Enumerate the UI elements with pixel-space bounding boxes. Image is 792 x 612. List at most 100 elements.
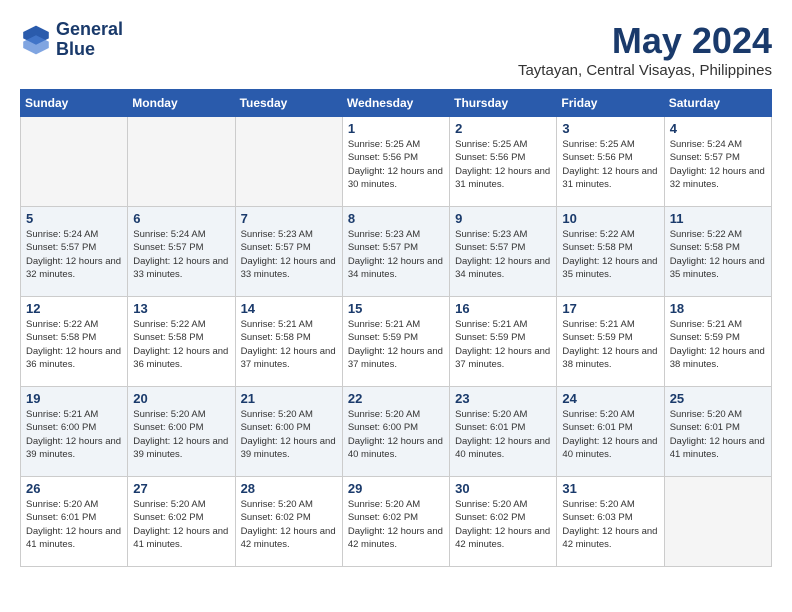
logo-icon xyxy=(20,24,52,56)
calendar-cell: 10Sunrise: 5:22 AMSunset: 5:58 PMDayligh… xyxy=(557,207,664,297)
cell-sun-info: Sunrise: 5:20 AMSunset: 6:03 PMDaylight:… xyxy=(562,498,658,551)
day-number: 26 xyxy=(26,481,122,496)
day-number: 18 xyxy=(670,301,766,316)
day-number: 6 xyxy=(133,211,229,226)
calendar-cell: 14Sunrise: 5:21 AMSunset: 5:58 PMDayligh… xyxy=(235,297,342,387)
cell-sun-info: Sunrise: 5:20 AMSunset: 6:02 PMDaylight:… xyxy=(348,498,444,551)
calendar-cell: 3 Sunrise: 5:25 AMSunset: 5:56 PMDaylight… xyxy=(557,117,664,207)
cell-sun-info: Sunrise: 5:20 AMSunset: 6:01 PMDaylight:… xyxy=(455,408,551,461)
day-number: 28 xyxy=(241,481,337,496)
cell-sun-info: Sunrise: 5:20 AMSunset: 6:02 PMDaylight:… xyxy=(133,498,229,551)
cell-sun-info: Sunrise: 5:23 AMSunset: 5:57 PMDaylight:… xyxy=(348,228,444,281)
calendar-cell: 24 Sunrise: 5:20 AMSunset: 6:01 PMDayligh… xyxy=(557,387,664,477)
day-number: 20 xyxy=(133,391,229,406)
calendar-cell: 20 Sunrise: 5:20 AMSunset: 6:00 PMDayligh… xyxy=(128,387,235,477)
cell-sun-info: Sunrise: 5:21 AMSunset: 5:59 PMDaylight:… xyxy=(670,318,766,371)
calendar-cell: 19Sunrise: 5:21 AMSunset: 6:00 PMDayligh… xyxy=(21,387,128,477)
calendar-cell: 9 Sunrise: 5:23 AMSunset: 5:57 PMDaylight… xyxy=(450,207,557,297)
day-number: 31 xyxy=(562,481,658,496)
cell-sun-info: Sunrise: 5:24 AMSunset: 5:57 PMDaylight:… xyxy=(26,228,122,281)
calendar-cell: 11 Sunrise: 5:22 AMSunset: 5:58 PMDayligh… xyxy=(664,207,771,297)
calendar-cell: 4 Sunrise: 5:24 AMSunset: 5:57 PMDaylight… xyxy=(664,117,771,207)
cell-sun-info: Sunrise: 5:23 AMSunset: 5:57 PMDaylight:… xyxy=(455,228,551,281)
title-area: May 2024 Taytayan, Central Visayas, Phil… xyxy=(518,20,772,79)
calendar-cell: 18 Sunrise: 5:21 AMSunset: 5:59 PMDayligh… xyxy=(664,297,771,387)
cell-sun-info: Sunrise: 5:21 AMSunset: 5:59 PMDaylight:… xyxy=(455,318,551,371)
calendar-cell: 6 Sunrise: 5:24 AMSunset: 5:57 PMDaylight… xyxy=(128,207,235,297)
weekday-header-wednesday: Wednesday xyxy=(342,90,449,117)
day-number: 24 xyxy=(562,391,658,406)
day-number: 23 xyxy=(455,391,551,406)
cell-sun-info: Sunrise: 5:21 AMSunset: 6:00 PMDaylight:… xyxy=(26,408,122,461)
cell-sun-info: Sunrise: 5:20 AMSunset: 6:01 PMDaylight:… xyxy=(670,408,766,461)
page-header: General Blue May 2024 Taytayan, Central … xyxy=(20,20,772,79)
weekday-header-saturday: Saturday xyxy=(664,90,771,117)
cell-sun-info: Sunrise: 5:23 AMSunset: 5:57 PMDaylight:… xyxy=(241,228,337,281)
weekday-header-sunday: Sunday xyxy=(21,90,128,117)
cell-sun-info: Sunrise: 5:20 AMSunset: 6:01 PMDaylight:… xyxy=(26,498,122,551)
day-number: 27 xyxy=(133,481,229,496)
day-number: 12 xyxy=(26,301,122,316)
calendar-cell: 12 Sunrise: 5:22 AMSunset: 5:58 PMDayligh… xyxy=(21,297,128,387)
day-number: 9 xyxy=(455,211,551,226)
calendar-cell xyxy=(21,117,128,207)
day-number: 1 xyxy=(348,121,444,136)
cell-sun-info: Sunrise: 5:21 AMSunset: 5:59 PMDaylight:… xyxy=(348,318,444,371)
day-number: 13 xyxy=(133,301,229,316)
day-number: 3 xyxy=(562,121,658,136)
calendar-table: SundayMondayTuesdayWednesdayThursdayFrid… xyxy=(20,89,772,567)
day-number: 2 xyxy=(455,121,551,136)
cell-sun-info: Sunrise: 5:25 AMSunset: 5:56 PMDaylight:… xyxy=(562,138,658,191)
calendar-cell: 26 Sunrise: 5:20 AMSunset: 6:01 PMDayligh… xyxy=(21,477,128,567)
day-number: 17 xyxy=(562,301,658,316)
calendar-cell: 13 Sunrise: 5:22 AMSunset: 5:58 PMDayligh… xyxy=(128,297,235,387)
cell-sun-info: Sunrise: 5:22 AMSunset: 5:58 PMDaylight:… xyxy=(26,318,122,371)
calendar-week-row: 12 Sunrise: 5:22 AMSunset: 5:58 PMDayligh… xyxy=(21,297,772,387)
cell-sun-info: Sunrise: 5:20 AMSunset: 6:01 PMDaylight:… xyxy=(562,408,658,461)
calendar-cell: 30Sunrise: 5:20 AMSunset: 6:02 PMDayligh… xyxy=(450,477,557,567)
day-number: 25 xyxy=(670,391,766,406)
calendar-cell: 23 Sunrise: 5:20 AMSunset: 6:01 PMDayligh… xyxy=(450,387,557,477)
calendar-cell: 21 Sunrise: 5:20 AMSunset: 6:00 PMDayligh… xyxy=(235,387,342,477)
calendar-cell: 7 Sunrise: 5:23 AMSunset: 5:57 PMDaylight… xyxy=(235,207,342,297)
calendar-header-row: SundayMondayTuesdayWednesdayThursdayFrid… xyxy=(21,90,772,117)
cell-sun-info: Sunrise: 5:20 AMSunset: 6:00 PMDaylight:… xyxy=(348,408,444,461)
cell-sun-info: Sunrise: 5:24 AMSunset: 5:57 PMDaylight:… xyxy=(670,138,766,191)
day-number: 15 xyxy=(348,301,444,316)
cell-sun-info: Sunrise: 5:21 AMSunset: 5:59 PMDaylight:… xyxy=(562,318,658,371)
calendar-cell: 22 Sunrise: 5:20 AMSunset: 6:00 PMDayligh… xyxy=(342,387,449,477)
calendar-cell: 15 Sunrise: 5:21 AMSunset: 5:59 PMDayligh… xyxy=(342,297,449,387)
calendar-cell: 8Sunrise: 5:23 AMSunset: 5:57 PMDaylight… xyxy=(342,207,449,297)
location: Taytayan, Central Visayas, Philippines xyxy=(518,62,772,79)
day-number: 21 xyxy=(241,391,337,406)
calendar-cell: 17 Sunrise: 5:21 AMSunset: 5:59 PMDayligh… xyxy=(557,297,664,387)
calendar-week-row: 26 Sunrise: 5:20 AMSunset: 6:01 PMDayligh… xyxy=(21,477,772,567)
cell-sun-info: Sunrise: 5:20 AMSunset: 6:00 PMDaylight:… xyxy=(241,408,337,461)
weekday-header-monday: Monday xyxy=(128,90,235,117)
weekday-header-tuesday: Tuesday xyxy=(235,90,342,117)
day-number: 16 xyxy=(455,301,551,316)
calendar-cell: 1 Sunrise: 5:25 AMSunset: 5:56 PMDaylight… xyxy=(342,117,449,207)
cell-sun-info: Sunrise: 5:24 AMSunset: 5:57 PMDaylight:… xyxy=(133,228,229,281)
calendar-week-row: 19Sunrise: 5:21 AMSunset: 6:00 PMDayligh… xyxy=(21,387,772,477)
day-number: 4 xyxy=(670,121,766,136)
calendar-cell: 28Sunrise: 5:20 AMSunset: 6:02 PMDayligh… xyxy=(235,477,342,567)
calendar-week-row: 5Sunrise: 5:24 AMSunset: 5:57 PMDaylight… xyxy=(21,207,772,297)
cell-sun-info: Sunrise: 5:22 AMSunset: 5:58 PMDaylight:… xyxy=(670,228,766,281)
calendar-cell: 5Sunrise: 5:24 AMSunset: 5:57 PMDaylight… xyxy=(21,207,128,297)
day-number: 29 xyxy=(348,481,444,496)
cell-sun-info: Sunrise: 5:20 AMSunset: 6:02 PMDaylight:… xyxy=(455,498,551,551)
calendar-cell: 29 Sunrise: 5:20 AMSunset: 6:02 PMDayligh… xyxy=(342,477,449,567)
cell-sun-info: Sunrise: 5:25 AMSunset: 5:56 PMDaylight:… xyxy=(348,138,444,191)
calendar-week-row: 1 Sunrise: 5:25 AMSunset: 5:56 PMDaylight… xyxy=(21,117,772,207)
cell-sun-info: Sunrise: 5:22 AMSunset: 5:58 PMDaylight:… xyxy=(133,318,229,371)
weekday-header-thursday: Thursday xyxy=(450,90,557,117)
day-number: 22 xyxy=(348,391,444,406)
calendar-cell: 31 Sunrise: 5:20 AMSunset: 6:03 PMDayligh… xyxy=(557,477,664,567)
weekday-header-friday: Friday xyxy=(557,90,664,117)
day-number: 11 xyxy=(670,211,766,226)
cell-sun-info: Sunrise: 5:20 AMSunset: 6:00 PMDaylight:… xyxy=(133,408,229,461)
logo: General Blue xyxy=(20,20,123,60)
day-number: 7 xyxy=(241,211,337,226)
calendar-cell xyxy=(128,117,235,207)
